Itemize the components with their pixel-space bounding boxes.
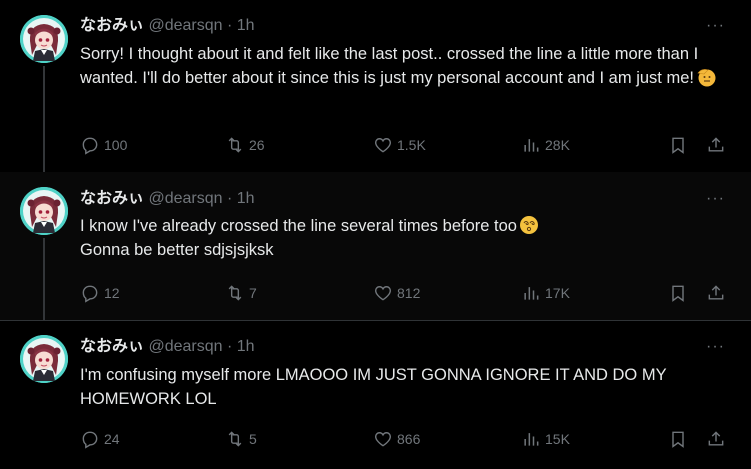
like-count: 1.5K: [397, 137, 426, 153]
reply-icon: [82, 431, 98, 449]
reply-button[interactable]: 12: [80, 281, 120, 305]
bookmark-button[interactable]: [668, 281, 692, 305]
bookmark-button[interactable]: [668, 427, 692, 451]
share-icon: [708, 137, 724, 152]
retweet-icon: [228, 137, 242, 153]
tweet-1[interactable]: なおみぃ @dearsqn · 1h ··· Sorry! I thought …: [0, 0, 751, 172]
views-button[interactable]: 15K: [521, 427, 570, 451]
share-icon: [708, 285, 724, 300]
views-button[interactable]: 17K: [521, 281, 570, 305]
views-chart-icon: [524, 139, 539, 152]
avatar[interactable]: [20, 335, 68, 383]
reply-icon: [82, 137, 98, 155]
like-button[interactable]: 812: [373, 281, 420, 305]
separator-dot: ·: [226, 17, 233, 34]
like-button[interactable]: 866: [373, 427, 420, 451]
timestamp[interactable]: 1h: [237, 17, 255, 34]
retweet-count: 7: [249, 285, 257, 301]
separator-dot: ·: [226, 338, 233, 355]
thread-connector-line: [43, 66, 45, 172]
action-bar: 100 26 1.5K 28K: [80, 133, 731, 157]
avatar[interactable]: [20, 187, 68, 235]
heart-icon: [374, 432, 392, 447]
more-options-icon[interactable]: ···: [706, 189, 725, 209]
display-name[interactable]: なおみぃ: [80, 338, 144, 355]
reply-button[interactable]: 100: [80, 133, 127, 157]
reply-icon: [82, 285, 98, 303]
share-button[interactable]: [706, 133, 730, 157]
tweet-body-line-1: I know I've already crossed the line sev…: [80, 217, 517, 235]
retweet-icon: [228, 431, 242, 447]
like-button[interactable]: 1.5K: [373, 133, 426, 157]
views-count: 15K: [545, 431, 570, 447]
tweet-text: I know I've already crossed the line sev…: [80, 214, 720, 262]
retweet-button[interactable]: 7: [225, 281, 257, 305]
share-button[interactable]: [706, 281, 730, 305]
reply-count: 100: [104, 137, 128, 153]
avatar[interactable]: [20, 15, 68, 63]
tweet-header: なおみぃ @dearsqn · 1h: [80, 337, 255, 357]
retweet-count: 26: [249, 137, 265, 153]
user-handle[interactable]: @dearsqn: [148, 17, 222, 34]
heart-icon: [374, 138, 392, 153]
tweet-header: なおみぃ @dearsqn · 1h: [80, 16, 255, 36]
retweet-button[interactable]: 26: [225, 133, 265, 157]
share-button[interactable]: [706, 427, 730, 451]
views-chart-icon: [524, 287, 539, 300]
reply-button[interactable]: 24: [80, 427, 120, 451]
bookmark-button[interactable]: [668, 133, 692, 157]
more-options-icon[interactable]: ···: [706, 337, 725, 357]
like-count: 866: [397, 431, 421, 447]
user-handle[interactable]: @dearsqn: [148, 190, 222, 207]
reply-count: 12: [104, 285, 120, 301]
dizzy-face-icon: [519, 215, 539, 235]
views-chart-icon: [524, 433, 539, 446]
tweet-header: なおみぃ @dearsqn · 1h: [80, 189, 255, 209]
reply-count: 24: [104, 431, 120, 447]
tweet-text: I'm confusing myself more LMAOOO IM JUST…: [80, 366, 667, 408]
timestamp[interactable]: 1h: [237, 338, 255, 355]
timestamp[interactable]: 1h: [237, 190, 255, 207]
tweet-3[interactable]: なおみぃ @dearsqn · 1h ··· I'm confusing mys…: [0, 320, 751, 469]
display-name[interactable]: なおみぃ: [80, 190, 144, 207]
retweet-count: 5: [249, 431, 257, 447]
views-count: 17K: [545, 285, 570, 301]
share-icon: [708, 431, 724, 446]
tweet-body-line-2: Gonna be better sdjsjsjksk: [80, 241, 274, 259]
tweet-text: Sorry! I thought about it and felt like …: [80, 42, 720, 90]
separator-dot: ·: [226, 190, 233, 207]
user-handle[interactable]: @dearsqn: [148, 338, 222, 355]
bookmark-icon: [672, 431, 684, 448]
bookmark-icon: [672, 137, 684, 154]
retweet-icon: [228, 285, 242, 301]
like-count: 812: [397, 285, 421, 301]
views-count: 28K: [545, 137, 570, 153]
tweet-body: Sorry! I thought about it and felt like …: [80, 45, 699, 87]
heart-icon: [374, 286, 392, 301]
thread-connector-line: [43, 238, 45, 320]
bookmark-icon: [672, 285, 684, 302]
retweet-button[interactable]: 5: [225, 427, 257, 451]
more-options-icon[interactable]: ···: [706, 16, 725, 36]
saluting-face-icon: [696, 67, 716, 87]
action-bar: 24 5 866 15K: [80, 427, 731, 451]
display-name[interactable]: なおみぃ: [80, 17, 144, 34]
action-bar: 12 7 812 17K: [80, 281, 731, 305]
views-button[interactable]: 28K: [521, 133, 570, 157]
tweet-2[interactable]: なおみぃ @dearsqn · 1h ··· I know I've alrea…: [0, 172, 751, 320]
